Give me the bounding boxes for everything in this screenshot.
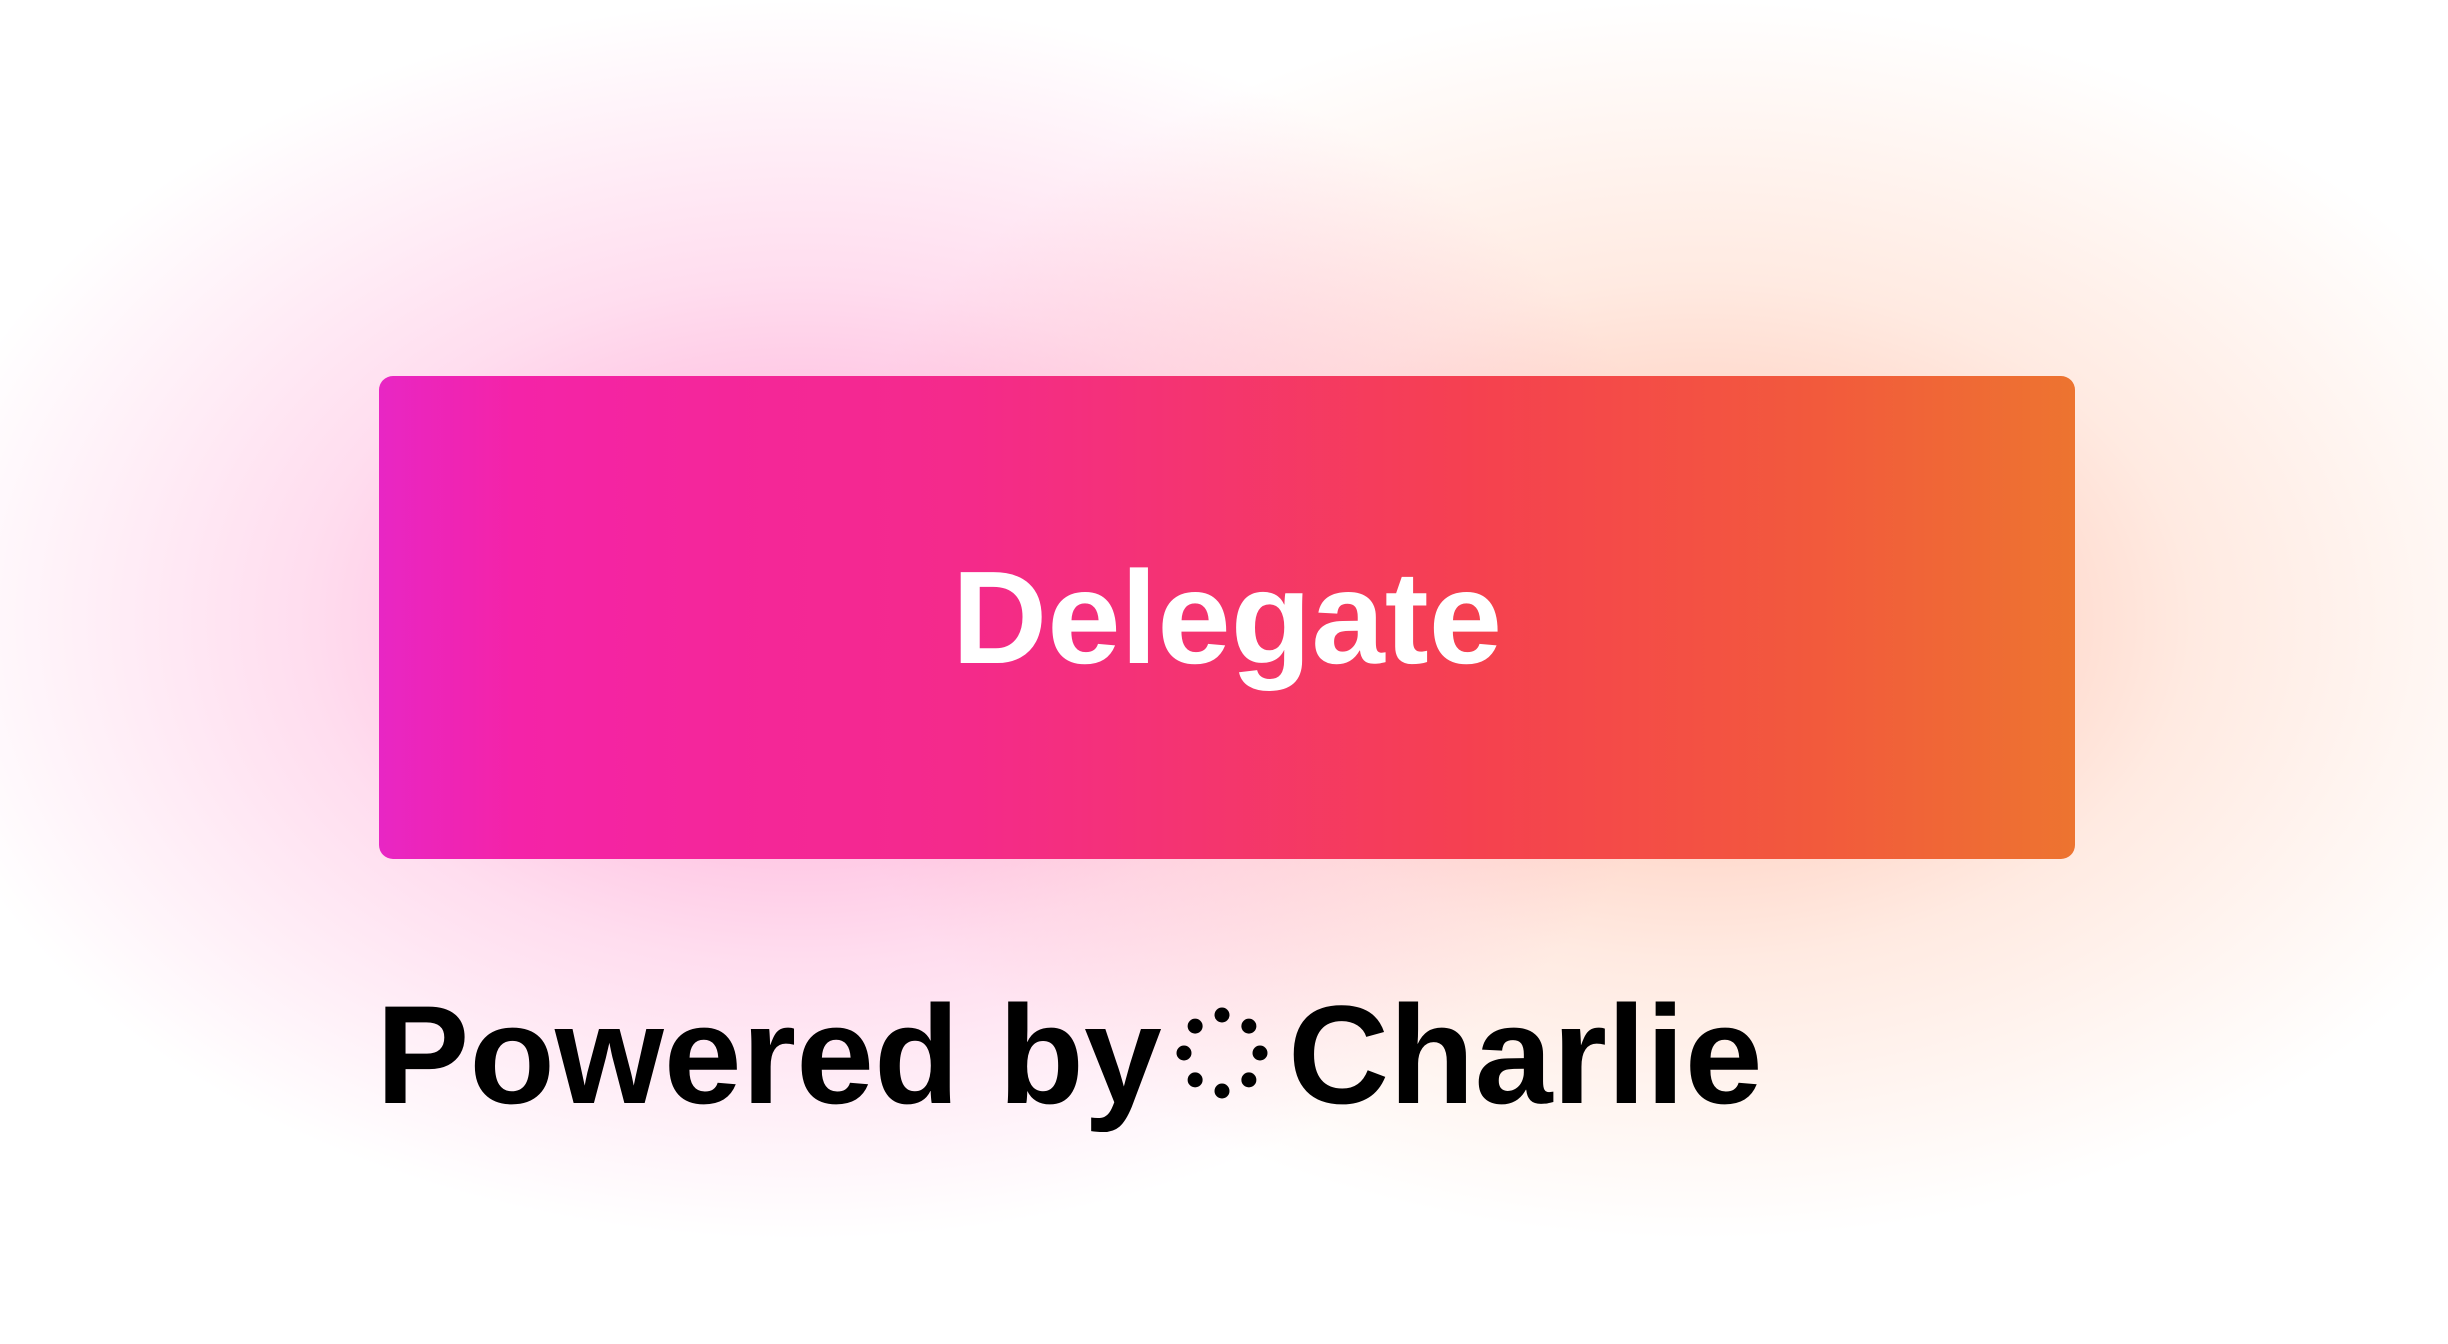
logo-dot <box>1241 1072 1257 1088</box>
logo-dot <box>1187 1072 1203 1088</box>
brand-name: Charlie <box>1288 976 1763 1133</box>
logo-dot <box>1252 1045 1268 1061</box>
logo-dot <box>1187 1018 1203 1034</box>
logo-dot <box>1214 1083 1230 1099</box>
logo-dot <box>1241 1018 1257 1034</box>
charlie-logo-icon <box>1176 1007 1268 1099</box>
logo-dot <box>1214 1007 1230 1023</box>
powered-by-text: Powered by <box>376 976 1162 1133</box>
delegate-button[interactable]: Delegate <box>379 376 2075 859</box>
logo-dot <box>1176 1045 1192 1061</box>
